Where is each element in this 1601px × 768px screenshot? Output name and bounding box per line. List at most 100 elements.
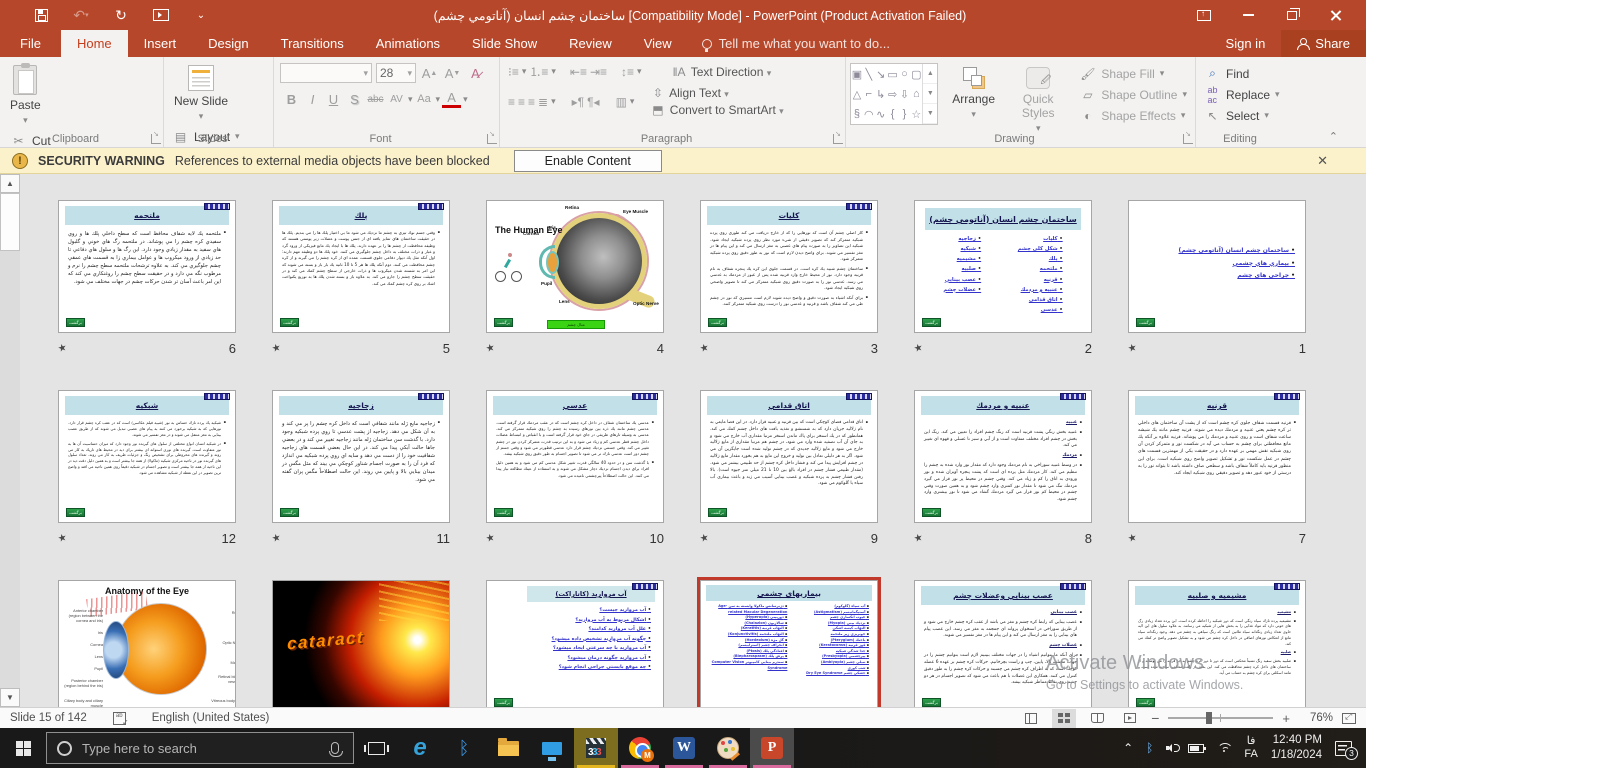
slide-hyperlink[interactable]: صلبيه <box>943 264 981 274</box>
slide-hyperlink[interactable]: آب مرواريد چيست؟ <box>487 606 651 616</box>
font-dialog-launcher[interactable] <box>487 134 497 144</box>
slide-hyperlink[interactable]: سندرم بينايي كامپيوتر Computer Vision Sy… <box>709 660 787 671</box>
slide-back-button[interactable]: برگشت <box>922 698 941 707</box>
decrease-indent-icon[interactable]: ⇤≡ <box>570 65 587 79</box>
bold-button[interactable]: B <box>282 89 301 109</box>
enable-content-button[interactable]: Enable Content <box>514 150 662 172</box>
shape-glyph-icon[interactable]: ⇩ <box>900 88 909 101</box>
slide-nav-button[interactable] <box>632 583 658 590</box>
numbering-icon[interactable]: ⒈≡ <box>529 63 548 80</box>
slide-hyperlink[interactable]: مشيميه <box>943 254 981 264</box>
slide-back-button[interactable]: برگشت <box>708 508 727 517</box>
close-button[interactable] <box>1314 0 1358 30</box>
slide-thumbnail[interactable]: عنبيه و مردمكعنبيهعنبيه بخش رنگي پشت قرن… <box>914 390 1092 523</box>
normal-view-button[interactable] <box>1019 709 1043 728</box>
tab-slide-show[interactable]: Slide Show <box>456 30 553 57</box>
slideshow-view-button[interactable] <box>1118 709 1142 728</box>
find-button[interactable]: ⌕Find <box>1200 63 1284 84</box>
slide-thumbnail[interactable]: cataract <box>272 580 450 707</box>
tab-design[interactable]: Design <box>192 30 264 57</box>
edge-taskbar-button[interactable]: e <box>398 728 442 768</box>
shape-glyph-icon[interactable]: ◠ <box>864 108 874 121</box>
customize-qat-icon[interactable]: ⌄ <box>190 4 212 26</box>
slide-nav-button[interactable] <box>1060 583 1086 590</box>
slide-hyperlink[interactable]: قرنيه <box>1018 275 1063 285</box>
reading-view-button[interactable] <box>1085 709 1109 728</box>
align-right-icon[interactable]: ≡ <box>528 95 535 109</box>
slide-nav-button[interactable] <box>1060 393 1086 400</box>
slide-hyperlink[interactable]: زجاجيه <box>943 234 981 244</box>
slide-back-button[interactable]: برگشت <box>280 508 299 517</box>
slide-thumbnail[interactable]: ساختمان چشم انسان (آناتومي چشم)بيماري ها… <box>1128 200 1306 333</box>
slide-hyperlink[interactable]: آب مرواريد با چه سرعتي ايجاد ميشود؟ <box>487 644 651 654</box>
slide-hyperlink[interactable]: خشكي چشم Dry Eye Syndrome <box>791 671 869 677</box>
tab-review[interactable]: Review <box>553 30 628 57</box>
slide-back-button[interactable]: برگشت <box>922 508 941 517</box>
tell-me-box[interactable]: Tell me what you want to do... <box>688 30 904 57</box>
clear-formatting-icon[interactable]: A̷ <box>466 63 485 83</box>
slide-thumbnail[interactable]: آب مرواريد (كاتاراكت)آب مرواريد چيست؟اشك… <box>486 580 664 707</box>
slide-back-button[interactable]: برگشت <box>66 318 85 327</box>
font-color-button[interactable]: A <box>442 91 461 108</box>
start-button[interactable] <box>0 728 46 768</box>
slide-hyperlink[interactable]: چگونه آب مرواريد تشخيص داده ميشود؟ <box>487 635 651 645</box>
shape-glyph-icon[interactable]: ╲ <box>866 68 873 81</box>
tray-bluetooth-icon[interactable]: ᛒ <box>1146 741 1153 755</box>
new-slide-button[interactable]: New Slide▾ <box>168 61 234 126</box>
slide-hyperlink[interactable]: عنبيه و مردمك <box>1018 285 1063 295</box>
slide-nav-button[interactable] <box>418 203 444 210</box>
shape-glyph-icon[interactable]: ↘ <box>876 68 885 81</box>
slide-thumbnail[interactable]: پلكوقتي جسم نوك تيزي به چشم ما نزديك مي … <box>272 200 450 333</box>
underline-button[interactable]: U <box>324 89 343 109</box>
slide-thumbnail[interactable]: عدسيعدسي يك ساختمان شفاف در داخل كره چشم… <box>486 390 664 523</box>
slide-hyperlink[interactable]: شكل كلي چشم <box>1018 244 1063 254</box>
slide-back-button[interactable]: برگشت <box>494 318 513 327</box>
taskbar-search-box[interactable]: Type here to search <box>46 732 354 764</box>
display-app-button[interactable] <box>530 728 574 768</box>
fit-slide-to-window-icon[interactable] <box>1342 713 1356 724</box>
zoom-slider[interactable] <box>1168 717 1273 719</box>
tab-view[interactable]: View <box>628 30 688 57</box>
slide-thumbnail[interactable]: عصب بينايي وعضلات چشمعصب بيناييعصب بيناي… <box>914 580 1092 707</box>
slide-hyperlink[interactable]: پلك <box>1018 254 1063 264</box>
slide-hyperlink[interactable]: دژنرسانس ماكولا وابسته به سن Age-related… <box>709 604 787 615</box>
vertical-scrollbar[interactable]: ▲ ▼ <box>0 174 20 707</box>
convert-smartart-button[interactable]: ⬒ Convert to SmartArt ▾ <box>649 103 783 117</box>
hidden-icons-chevron-icon[interactable]: ⌃ <box>1123 741 1133 755</box>
ribbon-display-options-icon[interactable] <box>1182 0 1226 30</box>
replace-button[interactable]: abacReplace▾ <box>1200 84 1284 105</box>
grow-font-icon[interactable]: A▲ <box>420 63 439 83</box>
zoom-in-icon[interactable]: + <box>1282 711 1290 726</box>
slide-counter[interactable]: Slide 15 of 142 <box>10 712 87 724</box>
collapse-ribbon-icon[interactable]: ⌃ <box>1329 130 1338 143</box>
ltr-paragraph-icon[interactable]: ▸¶ <box>572 95 584 109</box>
slide-thumbnail[interactable]: The Human EyeRetinaEye MuscleCorneaIrisP… <box>486 200 664 333</box>
slide-hyperlink[interactable]: شبكيه <box>943 244 981 254</box>
slide-hyperlink[interactable]: آب مرواريد چگونه درمان ميشود؟ <box>487 654 651 664</box>
tab-animations[interactable]: Animations <box>360 30 456 57</box>
shape-fill-button[interactable]: 🖌Shape Fill▾ <box>1075 63 1191 84</box>
slide-hyperlink[interactable]: بيماري هاي چشمي <box>1178 258 1295 271</box>
shape-glyph-icon[interactable]: △ <box>853 88 861 101</box>
shape-glyph-icon[interactable]: ○ <box>901 68 908 80</box>
slide-back-button[interactable]: برگشت <box>922 318 941 327</box>
slide-back-button[interactable]: برگشت <box>1136 698 1155 707</box>
undo-icon[interactable]: ↶▾ <box>70 4 92 26</box>
slide-sorter-view-button[interactable] <box>1052 709 1076 728</box>
share-button[interactable]: Share <box>1281 30 1366 57</box>
slide-hyperlink[interactable]: عضلات چشم <box>943 285 981 295</box>
slide-nav-button[interactable] <box>1274 583 1300 590</box>
drawing-dialog-launcher[interactable] <box>1183 134 1193 144</box>
slide-hyperlink[interactable]: عصب بينايي <box>943 275 981 285</box>
shapes-gallery[interactable]: ▣╲↘▭○▢△⌐↳⇨⇩⌂§◠∿{}☆ ▲▼▼ <box>850 63 938 125</box>
quick-styles-button[interactable]: Quick Styles▾ <box>1009 63 1067 138</box>
paste-button[interactable]: Paste▾ <box>4 61 47 130</box>
scrollbar-up-icon[interactable]: ▲ <box>0 174 20 193</box>
slide-thumbnail[interactable]: ملتحمهملتحمه يك لايه شفاف محافظ است كه س… <box>58 200 236 333</box>
font-size-combobox[interactable]: 28▾ <box>376 63 416 83</box>
shape-glyph-icon[interactable]: ⌐ <box>866 88 872 100</box>
slide-thumbnail[interactable]: كلياتكار اصلي چشم آن است كه نورهايي را ك… <box>700 200 878 333</box>
slide-back-button[interactable]: برگشت <box>708 318 727 327</box>
redo-icon[interactable]: ↻ <box>110 4 132 26</box>
powerpoint-taskbar-button[interactable]: P <box>750 728 794 768</box>
